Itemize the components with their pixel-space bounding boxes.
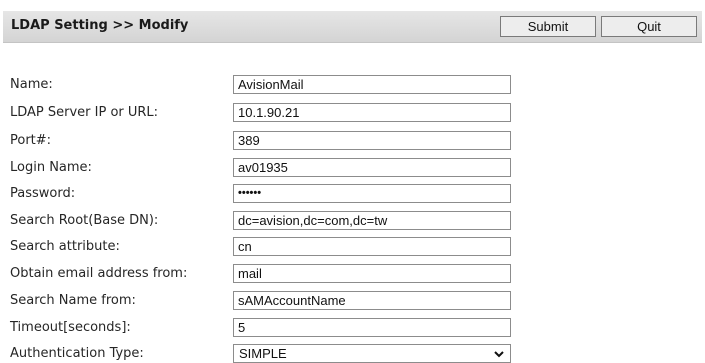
login-input[interactable]: av01935 xyxy=(233,158,511,177)
email-from-label: Obtain email address from: xyxy=(10,266,188,281)
timeout-label: Timeout[seconds]: xyxy=(10,320,131,335)
search-attribute-row: Search attribute: cn xyxy=(0,237,705,259)
quit-button[interactable]: Quit xyxy=(601,16,697,37)
login-label: Login Name: xyxy=(10,160,92,175)
search-attribute-label: Search attribute: xyxy=(10,239,120,254)
password-row: Password: •••••• xyxy=(0,184,705,206)
name-input[interactable]: AvisionMail xyxy=(233,75,511,94)
server-input[interactable]: 10.1.90.21 xyxy=(233,103,511,122)
search-attribute-input[interactable]: cn xyxy=(233,237,511,256)
timeout-row: Timeout[seconds]: 5 xyxy=(0,318,705,340)
search-name-input[interactable]: sAMAccountName xyxy=(233,291,511,310)
auth-type-value: SIMPLE xyxy=(239,346,287,361)
name-label: Name: xyxy=(10,77,53,92)
search-name-label: Search Name from: xyxy=(10,293,136,308)
port-input[interactable]: 389 xyxy=(233,131,511,150)
server-row: LDAP Server IP or URL: 10.1.90.21 xyxy=(0,103,705,125)
name-row: Name: AvisionMail xyxy=(0,75,705,97)
page-title: LDAP Setting >> Modify xyxy=(11,18,189,33)
search-root-input[interactable]: dc=avision,dc=com,dc=tw xyxy=(233,211,511,230)
submit-button[interactable]: Submit xyxy=(500,16,596,37)
auth-type-row: Authentication Type: SIMPLE xyxy=(0,344,705,363)
chevron-down-icon xyxy=(494,351,504,358)
auth-type-label: Authentication Type: xyxy=(10,346,144,361)
password-label: Password: xyxy=(10,186,76,201)
page-header: LDAP Setting >> Modify Submit Quit xyxy=(3,11,702,43)
search-root-row: Search Root(Base DN): dc=avision,dc=com,… xyxy=(0,211,705,233)
email-from-input[interactable]: mail xyxy=(233,264,511,283)
auth-type-select[interactable]: SIMPLE xyxy=(233,344,511,363)
port-row: Port#: 389 xyxy=(0,131,705,153)
search-root-label: Search Root(Base DN): xyxy=(10,213,159,228)
search-name-row: Search Name from: sAMAccountName xyxy=(0,291,705,313)
server-label: LDAP Server IP or URL: xyxy=(10,105,159,120)
password-input[interactable]: •••••• xyxy=(233,184,511,203)
timeout-input[interactable]: 5 xyxy=(233,318,511,337)
login-row: Login Name: av01935 xyxy=(0,158,705,180)
port-label: Port#: xyxy=(10,133,52,148)
email-from-row: Obtain email address from: mail xyxy=(0,264,705,286)
